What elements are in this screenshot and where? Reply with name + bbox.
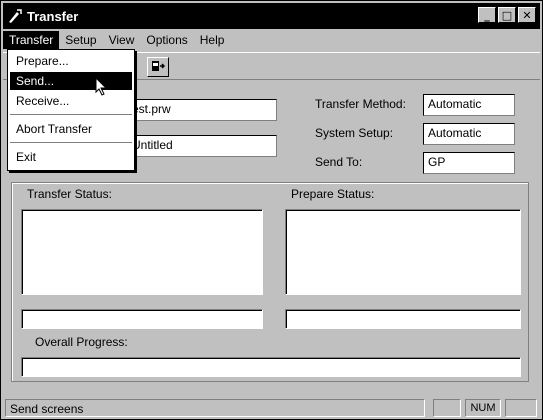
- overall-progress-label: Overall Progress:: [35, 335, 128, 349]
- prepare-status-label: Prepare Status:: [291, 187, 375, 201]
- maximize-button[interactable]: □: [498, 7, 516, 23]
- system-setup-field[interactable]: Automatic: [423, 123, 515, 145]
- menu-item-send[interactable]: Send...: [10, 72, 132, 90]
- transfer-window: Transfer _ □ ✕ Transfer Setup View Optio…: [0, 0, 543, 420]
- screen-title-field[interactable]: Untitled: [127, 135, 277, 157]
- menu-item-receive[interactable]: Receive...: [10, 92, 132, 110]
- menu-item-prepare[interactable]: Prepare...: [10, 52, 132, 70]
- send-screen-icon: [151, 59, 166, 76]
- status-cell-caps: [433, 399, 461, 417]
- send-toolbar-button[interactable]: [147, 57, 169, 77]
- status-text: Send screens: [5, 399, 425, 417]
- transfer-method-field[interactable]: Automatic: [423, 94, 515, 116]
- window-title: Transfer: [27, 8, 79, 24]
- menu-bar: Transfer Setup View Options Help: [3, 30, 540, 50]
- menu-separator: [10, 114, 132, 116]
- menu-options[interactable]: Options: [140, 31, 193, 49]
- transfer-status-label: Transfer Status:: [27, 187, 112, 201]
- prepare-progress-bar: [285, 309, 521, 329]
- minimize-button[interactable]: _: [478, 7, 496, 23]
- transfer-status-box: [21, 209, 263, 295]
- prepare-status-box: [285, 209, 521, 295]
- overall-progress-bar: [21, 357, 521, 377]
- menu-item-abort-transfer[interactable]: Abort Transfer: [10, 120, 132, 138]
- menu-setup[interactable]: Setup: [59, 31, 102, 49]
- close-button[interactable]: ✕: [518, 7, 536, 23]
- menu-help[interactable]: Help: [194, 31, 231, 49]
- transfer-progress-bar: [21, 309, 263, 329]
- project-file-field[interactable]: est.prw: [127, 99, 277, 121]
- system-setup-label: System Setup:: [315, 126, 394, 140]
- send-to-label: Send To:: [315, 155, 363, 169]
- transfer-dropdown-menu: Prepare... Send... Receive... Abort Tran…: [7, 49, 135, 171]
- transfer-method-label: Transfer Method:: [315, 97, 406, 111]
- status-cell-scroll: [505, 399, 537, 417]
- status-num-indicator: NUM: [465, 399, 501, 417]
- title-bar[interactable]: Transfer _ □ ✕: [3, 3, 540, 29]
- menu-transfer[interactable]: Transfer: [3, 31, 60, 49]
- menu-item-exit[interactable]: Exit: [10, 148, 132, 166]
- menu-view[interactable]: View: [103, 31, 141, 49]
- status-bar: Send screens NUM: [3, 398, 540, 418]
- menu-separator: [10, 142, 132, 144]
- mouse-pointer-icon: [95, 76, 109, 100]
- send-to-field[interactable]: GP: [423, 152, 515, 174]
- transfer-app-icon[interactable]: [7, 8, 23, 24]
